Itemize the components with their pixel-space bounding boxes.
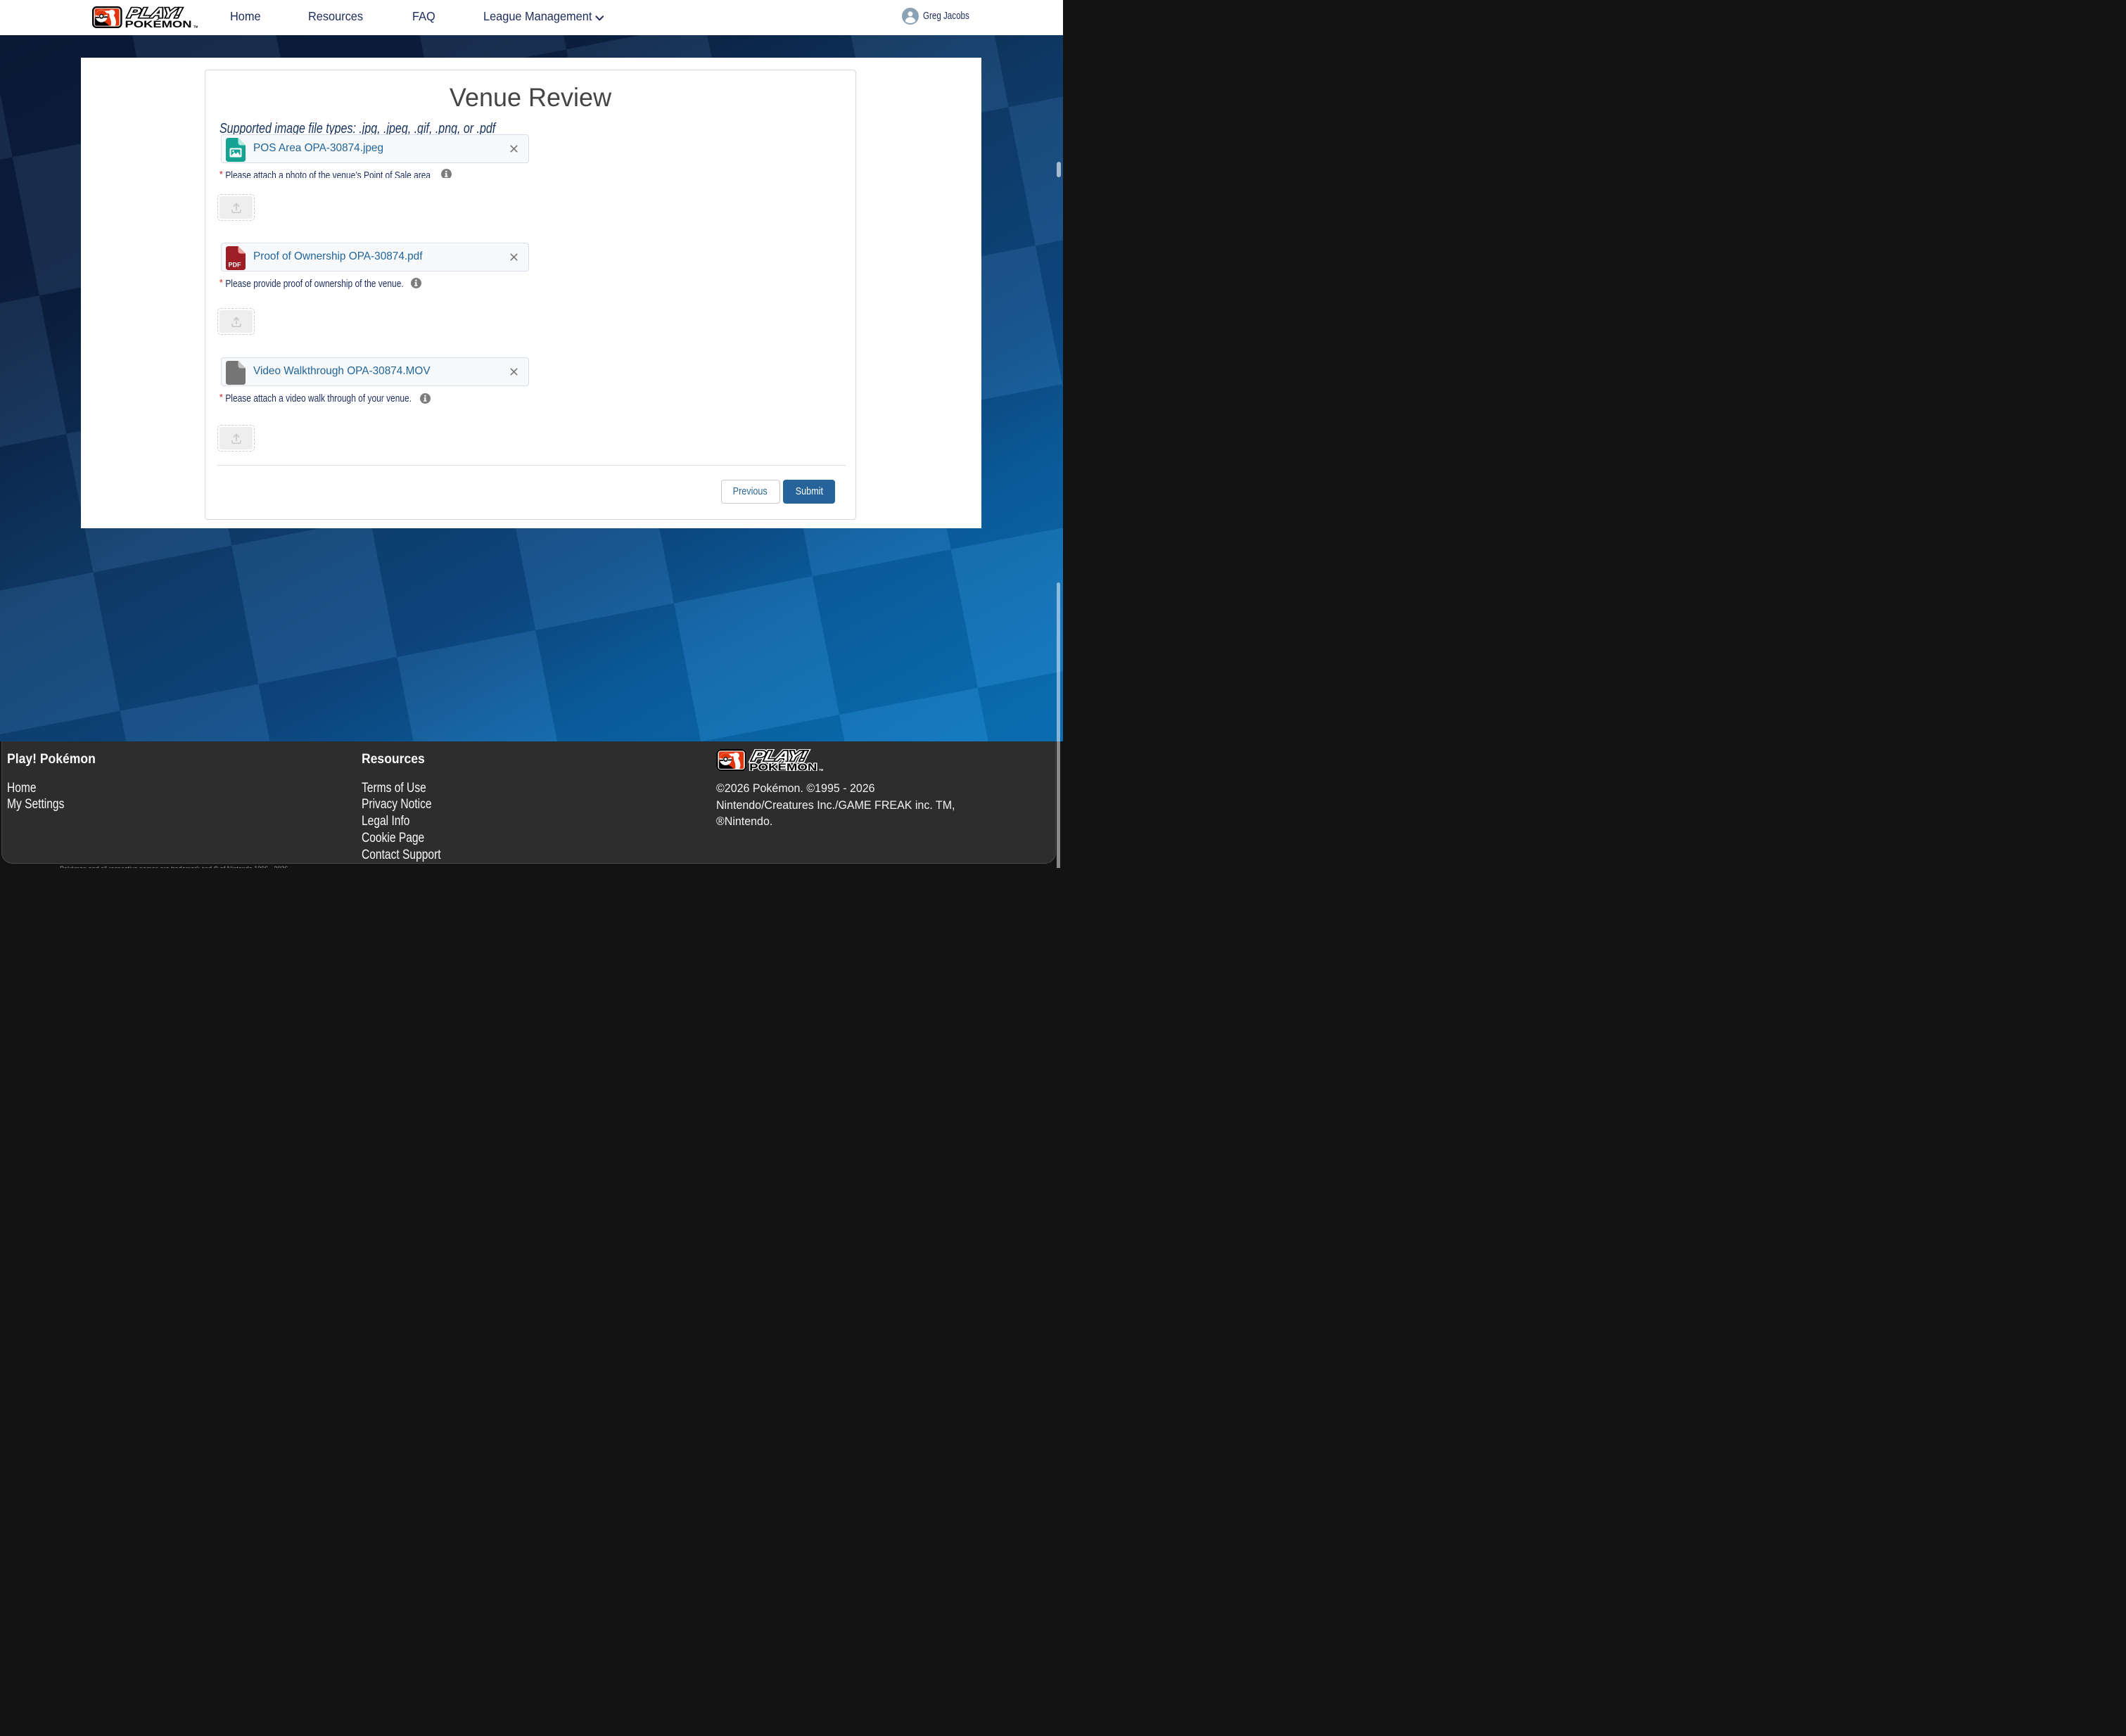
svg-text:TM: TM — [819, 768, 823, 772]
svg-text:POKÉMON: POKÉMON — [749, 761, 817, 771]
svg-text:POKÉMON: POKÉMON — [125, 18, 192, 28]
svg-text:TM: TM — [193, 25, 198, 29]
svg-text:PDF: PDF — [229, 261, 242, 268]
